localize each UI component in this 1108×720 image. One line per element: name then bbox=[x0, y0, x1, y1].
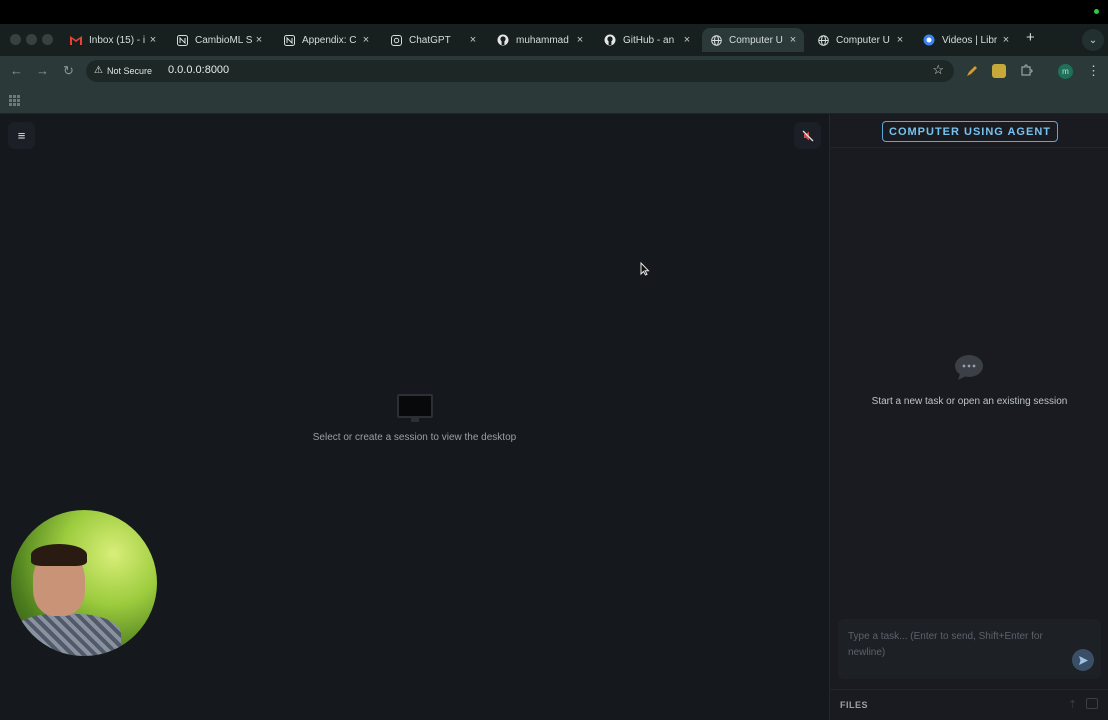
chatgpt-icon bbox=[390, 34, 402, 46]
mouse-cursor-icon bbox=[640, 262, 650, 276]
browser-tab[interactable]: Appendix: C × bbox=[275, 28, 377, 52]
tab-title: CambioML S bbox=[195, 34, 252, 46]
tab-title: Computer U bbox=[836, 34, 890, 46]
github-icon bbox=[497, 34, 509, 46]
maximize-window-button[interactable] bbox=[42, 34, 53, 45]
browser-tab[interactable]: Computer U × bbox=[809, 28, 911, 52]
close-tab-icon[interactable]: × bbox=[680, 34, 694, 46]
close-tab-icon[interactable]: × bbox=[252, 34, 266, 46]
folder-icon[interactable] bbox=[1086, 698, 1098, 709]
minimize-window-button[interactable] bbox=[26, 34, 37, 45]
app-viewport: ≡ Select or create a session to view the… bbox=[0, 114, 1108, 720]
send-icon bbox=[1078, 655, 1088, 665]
agent-title: COMPUTER USING AGENT bbox=[882, 121, 1058, 142]
close-tab-icon[interactable]: × bbox=[573, 34, 587, 46]
tab-strip: Inbox (15) - i × CambioML S × Appendix: … bbox=[0, 24, 1108, 56]
tab-search-button[interactable]: ⌄ bbox=[1082, 29, 1104, 51]
globe-icon bbox=[710, 34, 722, 46]
empty-desktop-state: Select or create a session to view the d… bbox=[0, 394, 829, 443]
tab-title: Inbox (15) - i bbox=[89, 34, 146, 46]
url-text[interactable]: 0.0.0.0:8000 bbox=[168, 64, 229, 76]
desktop-pane: ≡ Select or create a session to view the… bbox=[0, 114, 829, 720]
security-label: Not Secure bbox=[106, 65, 152, 76]
close-tab-icon[interactable]: × bbox=[466, 34, 480, 46]
close-tab-icon[interactable]: × bbox=[999, 34, 1013, 46]
monitor-icon bbox=[396, 394, 433, 418]
browser-tab[interactable]: ChatGPT × bbox=[382, 28, 484, 52]
globe-icon bbox=[817, 34, 829, 46]
monitor-stand bbox=[410, 418, 419, 422]
close-tab-icon[interactable]: × bbox=[359, 34, 373, 46]
apps-grid-icon[interactable] bbox=[9, 95, 20, 106]
browser-tab[interactable]: muhammad × bbox=[489, 28, 591, 52]
arrow-left-icon: ← bbox=[10, 63, 23, 78]
upload-icon[interactable]: ⇡ bbox=[1068, 698, 1077, 711]
tab-title: GitHub - an bbox=[623, 34, 675, 46]
puzzle-extensions-icon[interactable] bbox=[1019, 64, 1033, 78]
gmail-icon bbox=[70, 34, 82, 46]
github-icon bbox=[604, 34, 616, 46]
close-tab-icon[interactable]: × bbox=[786, 34, 800, 46]
browser-tab-active[interactable]: Computer U × bbox=[702, 28, 804, 52]
reload-icon: ↻ bbox=[63, 63, 74, 78]
browser-tab[interactable]: CambioML S × bbox=[168, 28, 270, 52]
webcam-overlay bbox=[11, 510, 157, 656]
send-button[interactable] bbox=[1072, 649, 1094, 671]
divider bbox=[830, 147, 1108, 148]
address-bar[interactable]: ⚠ Not Secure 0.0.0.0:8000 ☆ bbox=[86, 60, 954, 82]
profile-avatar[interactable]: m bbox=[1058, 64, 1073, 79]
back-button[interactable]: ← bbox=[10, 63, 23, 78]
browser-tab[interactable]: Inbox (15) - i × bbox=[62, 28, 164, 52]
close-tab-icon[interactable]: × bbox=[893, 34, 907, 46]
webcam-person-hair bbox=[31, 544, 87, 566]
library-icon bbox=[923, 34, 935, 46]
browser-toolbar: ← → ↻ ⚠ Not Secure 0.0.0.0:8000 ☆ m ⋮ bbox=[0, 56, 1108, 86]
notion-icon bbox=[283, 34, 295, 46]
speaker-muted-icon bbox=[802, 130, 813, 141]
files-label: FILES bbox=[840, 700, 869, 710]
browser-tab[interactable]: Videos | Libr × bbox=[915, 28, 1017, 52]
forward-button[interactable]: → bbox=[36, 63, 49, 78]
agent-sidebar: COMPUTER USING AGENT Start a new task or… bbox=[829, 114, 1108, 720]
close-tab-icon[interactable]: × bbox=[146, 34, 160, 46]
security-indicator[interactable]: ⚠ Not Secure bbox=[94, 65, 152, 76]
screen: Inbox (15) - i × CambioML S × Appendix: … bbox=[0, 0, 1108, 720]
hamburger-menu-icon: ≡ bbox=[17, 128, 26, 143]
browser-menu-button[interactable]: ⋮ bbox=[1087, 63, 1100, 79]
extension-icon[interactable] bbox=[992, 64, 1006, 78]
pen-extension-icon[interactable] bbox=[965, 64, 979, 78]
empty-desktop-message: Select or create a session to view the d… bbox=[312, 432, 517, 443]
browser-tab[interactable]: GitHub - an × bbox=[596, 28, 698, 52]
bookmark-star-icon[interactable]: ☆ bbox=[932, 62, 944, 78]
chat-bubble-icon bbox=[955, 355, 983, 380]
warning-icon: ⚠ bbox=[94, 65, 103, 76]
notion-icon bbox=[176, 34, 188, 46]
files-bar: FILES ⇡ bbox=[830, 689, 1108, 720]
tab-title: ChatGPT bbox=[409, 34, 451, 46]
tab-title: Videos | Libr bbox=[942, 34, 998, 46]
reload-button[interactable]: ↻ bbox=[63, 63, 74, 79]
bookmarks-bar bbox=[0, 86, 1108, 114]
menu-bar bbox=[0, 0, 1108, 24]
tab-title: Appendix: C bbox=[302, 34, 357, 46]
task-input[interactable] bbox=[848, 629, 1058, 669]
sidebar-toggle-button[interactable]: ≡ bbox=[8, 122, 35, 149]
close-window-button[interactable] bbox=[10, 34, 21, 45]
kebab-menu-icon: ⋮ bbox=[1087, 63, 1100, 78]
tab-title: muhammad bbox=[516, 34, 569, 46]
camera-indicator-icon bbox=[1094, 9, 1099, 14]
mute-button[interactable] bbox=[794, 122, 821, 149]
webcam-person-shirt bbox=[11, 614, 121, 656]
task-composer bbox=[838, 619, 1101, 679]
new-tab-button[interactable]: + bbox=[1026, 29, 1035, 46]
chevron-down-icon: ⌄ bbox=[1088, 34, 1098, 46]
tab-title: Computer U bbox=[729, 34, 783, 46]
arrow-right-icon: → bbox=[36, 63, 49, 78]
empty-chat-message: Start a new task or open an existing ses… bbox=[871, 396, 1068, 407]
